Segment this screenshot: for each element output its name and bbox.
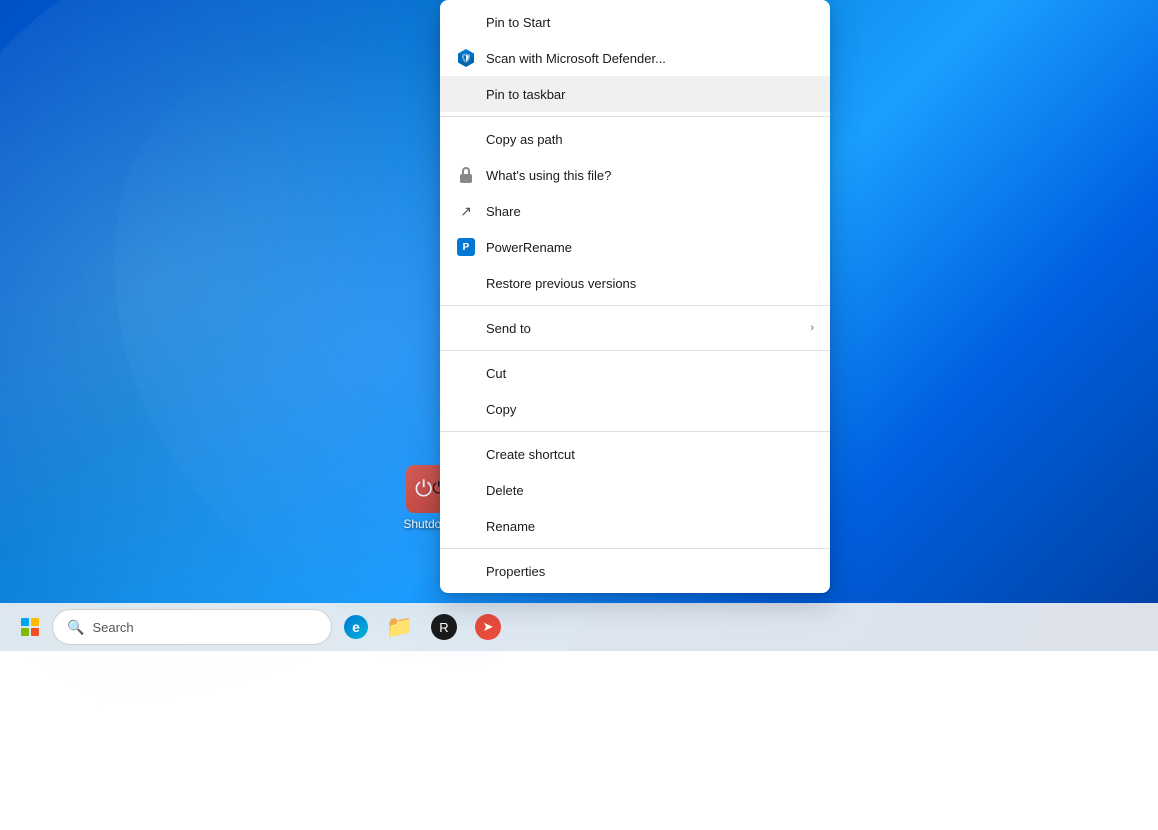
taskbar-icon-send[interactable]: ➤ xyxy=(468,607,508,647)
menu-item-scan-defender[interactable]: 🛡 Scan with Microsoft Defender... xyxy=(440,40,830,76)
menu-item-restore-versions[interactable]: Restore previous versions xyxy=(440,265,830,301)
menu-item-cut[interactable]: Cut xyxy=(440,355,830,391)
menu-item-whats-using[interactable]: What's using this file? xyxy=(440,157,830,193)
menu-item-copy[interactable]: Copy xyxy=(440,391,830,427)
rdm-icon: R xyxy=(431,614,457,640)
menu-item-copy-as-path[interactable]: Copy as path xyxy=(440,121,830,157)
menu-item-share[interactable]: ↗ Share xyxy=(440,193,830,229)
whats-using-label: What's using this file? xyxy=(486,168,814,183)
taskbar-icon-explorer[interactable]: 📁 xyxy=(380,607,420,647)
win-logo-sq-bl xyxy=(21,628,29,636)
restore-versions-label: Restore previous versions xyxy=(486,276,814,291)
win-logo-sq-tl xyxy=(21,618,29,626)
desktop: ⏻ ✓ Shutdown 📌 Pin to Start 🛡 Scan with … xyxy=(0,0,1158,651)
powerrename-label: PowerRename xyxy=(486,240,814,255)
separator-5 xyxy=(440,548,830,549)
separator-1 xyxy=(440,116,830,117)
start-button[interactable] xyxy=(12,609,48,645)
folder-icon: 📁 xyxy=(386,614,413,640)
win-logo-sq-tr xyxy=(31,618,39,626)
create-shortcut-label: Create shortcut xyxy=(486,447,814,462)
windows-logo-icon xyxy=(21,618,39,636)
menu-item-delete[interactable]: Delete xyxy=(440,472,830,508)
search-icon: 🔍 xyxy=(67,619,84,636)
send-to-label: Send to xyxy=(486,321,810,336)
separator-4 xyxy=(440,431,830,432)
delete-label: Delete xyxy=(486,483,814,498)
powerrename-icon: P xyxy=(456,237,476,257)
menu-item-pin-to-start[interactable]: 📌 Pin to Start xyxy=(440,4,830,40)
menu-item-pin-to-taskbar[interactable]: Pin to taskbar xyxy=(440,76,830,112)
taskbar-search[interactable]: 🔍 Search xyxy=(52,609,332,645)
rename-label: Rename xyxy=(486,519,814,534)
taskbar-icon-rdm[interactable]: R xyxy=(424,607,464,647)
cut-label: Cut xyxy=(486,366,814,381)
share-icon: ↗ xyxy=(456,201,476,221)
menu-item-properties[interactable]: Properties xyxy=(440,553,830,589)
menu-item-send-to[interactable]: Send to › xyxy=(440,310,830,346)
defender-icon: 🛡 xyxy=(456,48,476,68)
share-label: Share xyxy=(486,204,814,219)
separator-2 xyxy=(440,305,830,306)
search-input-placeholder: Search xyxy=(92,620,133,635)
pin-to-taskbar-label: Pin to taskbar xyxy=(486,87,814,102)
pin-to-start-label: Pin to Start xyxy=(486,15,814,30)
lock-icon xyxy=(456,165,476,185)
menu-item-rename[interactable]: Rename xyxy=(440,508,830,544)
edge-icon: e xyxy=(344,615,368,639)
scan-defender-label: Scan with Microsoft Defender... xyxy=(486,51,814,66)
menu-item-create-shortcut[interactable]: Create shortcut xyxy=(440,436,830,472)
send-to-arrow: › xyxy=(810,322,814,334)
context-menu: 📌 Pin to Start 🛡 Scan with Microsoft Def… xyxy=(440,0,830,593)
properties-label: Properties xyxy=(486,564,814,579)
taskbar: 🔍 Search e 📁 R ➤ xyxy=(0,603,1158,651)
separator-3 xyxy=(440,350,830,351)
copy-as-path-label: Copy as path xyxy=(486,132,814,147)
menu-item-powerrename[interactable]: P PowerRename xyxy=(440,229,830,265)
win-logo-sq-br xyxy=(31,628,39,636)
taskbar-icon-edge[interactable]: e xyxy=(336,607,376,647)
copy-label: Copy xyxy=(486,402,814,417)
send-icon: ➤ xyxy=(475,614,501,640)
